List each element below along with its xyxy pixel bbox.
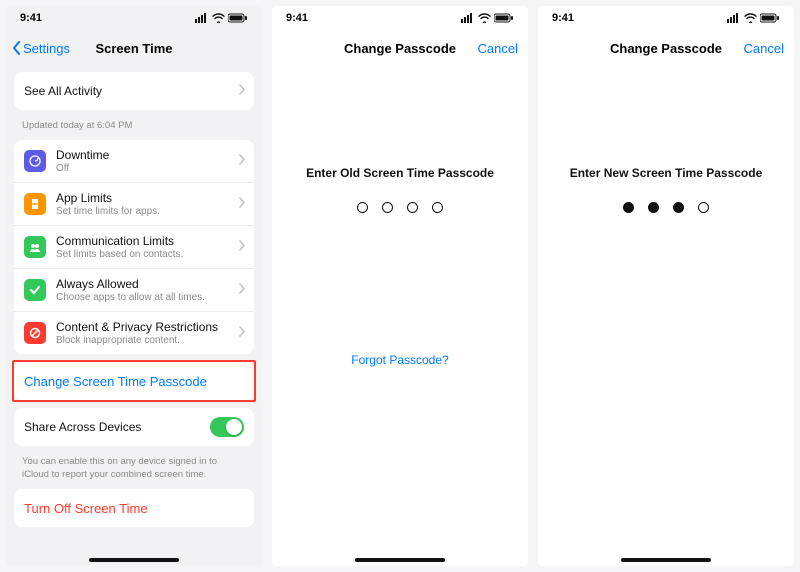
nav-title: Change Passcode <box>344 41 456 56</box>
status-bar: 9:41 <box>6 6 262 30</box>
share-section: Share Across Devices <box>14 408 254 446</box>
change-passcode-section: Change Screen Time Passcode <box>14 362 254 400</box>
passcode-dot <box>673 202 684 213</box>
see-all-activity-label: See All Activity <box>24 84 228 98</box>
signal-icon <box>727 13 741 23</box>
chevron-right-icon <box>239 195 246 213</box>
passcode-prompt: Enter Old Screen Time Passcode <box>306 166 494 180</box>
cancel-button[interactable]: Cancel <box>744 30 784 66</box>
chevron-left-icon <box>12 41 21 55</box>
share-toggle[interactable] <box>210 417 244 437</box>
nav-title: Change Passcode <box>610 41 722 56</box>
communication-limits-sub: Set limits based on contacts. <box>56 249 228 260</box>
passcode-body: Enter Old Screen Time Passcode Forgot Pa… <box>272 66 528 367</box>
nav-bar: Settings Screen Time <box>6 30 262 66</box>
screen-time-settings-phone: 9:41 Settings Screen Time See All Activi… <box>6 6 262 566</box>
passcode-dots[interactable] <box>357 202 443 213</box>
downtime-title: Downtime <box>56 148 228 162</box>
app-limits-icon <box>24 193 46 215</box>
home-indicator[interactable] <box>355 558 445 562</box>
nav-back-label: Settings <box>23 41 70 56</box>
chevron-right-icon <box>239 324 246 342</box>
enter-old-passcode-phone: 9:41 Change Passcode Cancel Enter Old Sc… <box>272 6 528 566</box>
wifi-icon <box>744 13 757 23</box>
always-allowed-title: Always Allowed <box>56 277 228 291</box>
passcode-dot <box>382 202 393 213</box>
home-indicator[interactable] <box>89 558 179 562</box>
turn-off-label: Turn Off Screen Time <box>24 501 148 516</box>
downtime-row[interactable]: Downtime Off <box>14 140 254 183</box>
turn-off-row[interactable]: Turn Off Screen Time <box>14 489 254 527</box>
updated-footer: Updated today at 6:04 PM <box>6 116 262 134</box>
chevron-right-icon <box>239 281 246 299</box>
passcode-dot <box>407 202 418 213</box>
passcode-dot <box>648 202 659 213</box>
battery-icon <box>760 13 780 23</box>
content-privacy-icon <box>24 322 46 344</box>
passcode-dot <box>698 202 709 213</box>
always-allowed-sub: Choose apps to allow at all times. <box>56 292 228 303</box>
always-allowed-row[interactable]: Always Allowed Choose apps to allow at a… <box>14 269 254 312</box>
enter-new-passcode-phone: 9:41 Change Passcode Cancel Enter New Sc… <box>538 6 794 566</box>
share-footer: You can enable this on any device signed… <box>6 452 262 483</box>
settings-content: See All Activity Updated today at 6:04 P… <box>6 66 262 566</box>
chevron-right-icon <box>239 82 246 100</box>
content-privacy-row[interactable]: Content & Privacy Restrictions Block ina… <box>14 312 254 354</box>
signal-icon <box>195 13 209 23</box>
battery-icon <box>228 13 248 23</box>
status-bar: 9:41 <box>272 6 528 30</box>
change-passcode-highlight: Change Screen Time Passcode <box>12 360 256 402</box>
forgot-passcode-link[interactable]: Forgot Passcode? <box>351 353 448 367</box>
nav-title: Screen Time <box>95 41 172 56</box>
status-time: 9:41 <box>286 12 308 24</box>
cancel-label: Cancel <box>478 41 518 56</box>
downtime-icon <box>24 150 46 172</box>
turn-off-section: Turn Off Screen Time <box>14 489 254 527</box>
nav-bar: Change Passcode Cancel <box>272 30 528 66</box>
content-privacy-sub: Block inappropriate content. <box>56 335 228 346</box>
status-time: 9:41 <box>20 12 42 24</box>
status-icons <box>461 13 514 23</box>
app-limits-sub: Set time limits for apps. <box>56 206 228 217</box>
see-all-activity-row[interactable]: See All Activity <box>14 72 254 110</box>
passcode-body: Enter New Screen Time Passcode <box>538 66 794 213</box>
content-privacy-title: Content & Privacy Restrictions <box>56 320 228 334</box>
passcode-dot <box>357 202 368 213</box>
battery-icon <box>494 13 514 23</box>
chevron-right-icon <box>239 152 246 170</box>
nav-bar: Change Passcode Cancel <box>538 30 794 66</box>
communication-limits-title: Communication Limits <box>56 234 228 248</box>
passcode-prompt: Enter New Screen Time Passcode <box>570 166 763 180</box>
status-icons <box>195 13 248 23</box>
status-bar: 9:41 <box>538 6 794 30</box>
nav-back-button[interactable]: Settings <box>12 30 70 66</box>
change-passcode-label: Change Screen Time Passcode <box>24 374 207 389</box>
status-icons <box>727 13 780 23</box>
app-limits-title: App Limits <box>56 191 228 205</box>
change-passcode-row[interactable]: Change Screen Time Passcode <box>14 362 254 400</box>
limits-section: Downtime Off App Limits Set time limits … <box>14 140 254 354</box>
passcode-dot <box>623 202 634 213</box>
app-limits-row[interactable]: App Limits Set time limits for apps. <box>14 183 254 226</box>
signal-icon <box>461 13 475 23</box>
communication-limits-row[interactable]: Communication Limits Set limits based on… <box>14 226 254 269</box>
communication-limits-icon <box>24 236 46 258</box>
share-title: Share Across Devices <box>24 420 194 434</box>
chevron-right-icon <box>239 238 246 256</box>
cancel-label: Cancel <box>744 41 784 56</box>
downtime-sub: Off <box>56 163 228 174</box>
cancel-button[interactable]: Cancel <box>478 30 518 66</box>
wifi-icon <box>478 13 491 23</box>
status-time: 9:41 <box>552 12 574 24</box>
home-indicator[interactable] <box>621 558 711 562</box>
passcode-dot <box>432 202 443 213</box>
wifi-icon <box>212 13 225 23</box>
share-across-devices-row[interactable]: Share Across Devices <box>14 408 254 446</box>
activity-section: See All Activity <box>14 72 254 110</box>
passcode-dots[interactable] <box>623 202 709 213</box>
always-allowed-icon <box>24 279 46 301</box>
